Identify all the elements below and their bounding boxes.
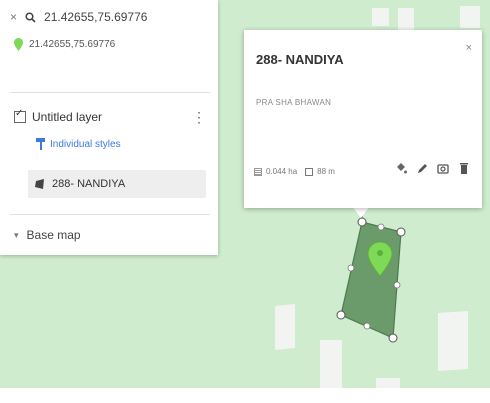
search-bar: × 21.42655,75.69776	[10, 8, 147, 26]
map-viewer: 288- NANDIYA × PRA SHA BHAWAN 0.044 ha 8…	[0, 0, 490, 403]
individual-styles-label: Individual styles	[50, 138, 121, 150]
midpoint-handle[interactable]	[363, 322, 371, 330]
selected-polygon[interactable]	[340, 221, 402, 339]
popup-description: PRA SHA BHAWAN	[256, 98, 332, 107]
midpoint-handle[interactable]	[347, 264, 355, 272]
popup-close-button[interactable]: ×	[466, 42, 472, 54]
search-query[interactable]: 21.42655,75.69776	[44, 10, 147, 24]
basemap-label: Base map	[26, 228, 81, 242]
layer-options-icon[interactable]: ⋮	[192, 110, 210, 124]
divider	[10, 92, 210, 93]
popup-actions	[395, 162, 470, 175]
result-coordinates: 21.42655,75.69776	[29, 39, 116, 50]
style-bucket-icon[interactable]	[395, 162, 407, 175]
popup-measurements: 0.044 ha 88 m	[254, 167, 335, 176]
perimeter-value: 88 m	[317, 167, 335, 176]
feature-info-popup: 288- NANDIYA × PRA SHA BHAWAN 0.044 ha 8…	[244, 30, 482, 208]
feature-list-item[interactable]: 288- NANDIYA	[28, 170, 206, 198]
basemap-toggle[interactable]: ▾ Base map	[14, 228, 81, 242]
vertex-handle[interactable]	[388, 333, 398, 343]
vertex-handle[interactable]	[357, 217, 367, 227]
vertex-handle[interactable]	[396, 227, 406, 237]
trash-icon[interactable]	[458, 162, 470, 175]
area-icon	[254, 167, 262, 176]
layer-name[interactable]: Untitled layer	[32, 110, 102, 124]
search-icon	[25, 11, 36, 23]
bottom-bar	[0, 388, 490, 403]
midpoint-handle[interactable]	[377, 223, 385, 231]
vertex-handle[interactable]	[336, 310, 346, 320]
area-value: 0.044 ha	[266, 167, 298, 176]
chevron-down-icon: ▾	[14, 229, 19, 240]
divider	[10, 214, 210, 215]
paint-roller-icon	[36, 138, 45, 150]
camera-icon[interactable]	[437, 162, 449, 175]
layer-header: Untitled layer ⋮	[14, 108, 210, 124]
individual-styles-link[interactable]: Individual styles	[36, 138, 121, 150]
perimeter-icon	[305, 167, 314, 176]
search-close-button[interactable]: ×	[10, 10, 17, 24]
search-result-item[interactable]: 21.42655,75.69776	[14, 38, 115, 51]
layer-visibility-checkbox[interactable]	[14, 108, 26, 123]
popup-title: 288- NANDIYA	[256, 52, 344, 67]
midpoint-handle[interactable]	[393, 281, 401, 289]
polygon-icon	[35, 179, 44, 189]
edit-pencil-icon[interactable]	[416, 162, 428, 175]
layers-panel: × 21.42655,75.69776 21.42655,75.69776 Un…	[0, 0, 218, 255]
green-pin-icon	[14, 38, 23, 51]
feature-label: 288- NANDIYA	[52, 178, 126, 190]
